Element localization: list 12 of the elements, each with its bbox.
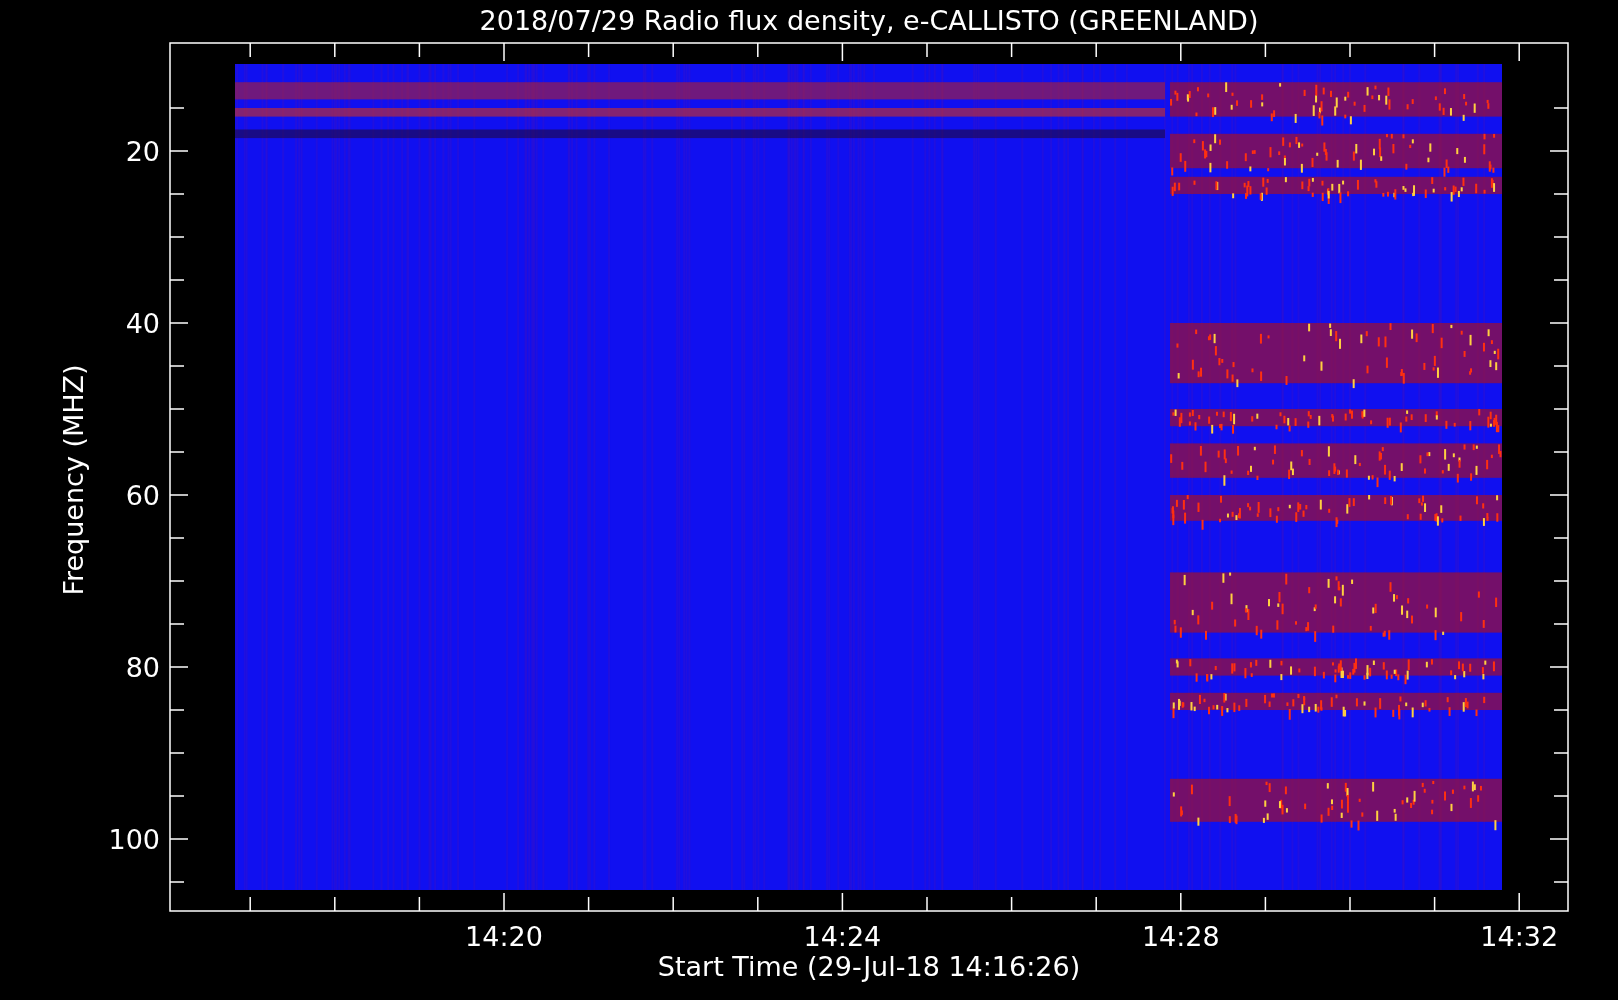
- y-tick-label: 40: [125, 308, 160, 339]
- y-tick-label: 60: [125, 480, 160, 511]
- y-tick-label: 100: [108, 824, 160, 855]
- x-tick-label: 14:24: [803, 921, 882, 952]
- x-tick-label: 14:28: [1141, 921, 1220, 952]
- chart-title: 2018/07/29 Radio flux density, e-CALLISTO (GREENLAND): [479, 5, 1259, 36]
- x-tick-label: 14:32: [1480, 921, 1559, 952]
- y-axis-label: Frequency (MHZ): [58, 364, 89, 596]
- x-axis-label: Start Time (29-Jul-18 14:16:26): [657, 951, 1081, 982]
- y-tick-label: 20: [125, 136, 160, 167]
- y-tick-label: 80: [125, 652, 160, 683]
- x-tick-label: 14:20: [465, 921, 543, 952]
